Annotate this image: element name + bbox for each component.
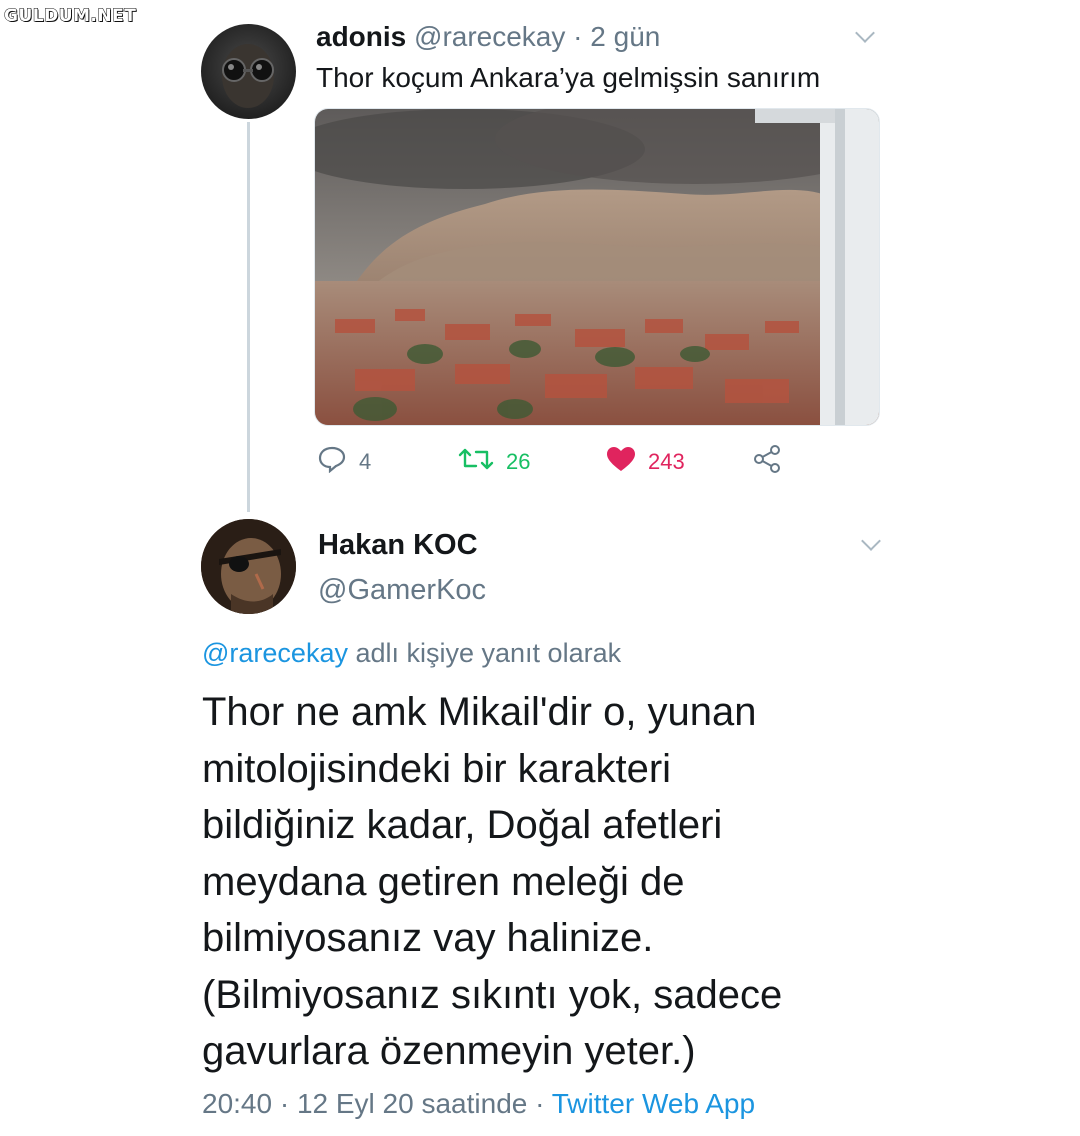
- retweet-icon: [458, 446, 494, 478]
- tweet2-text-line: (Bilmiyosanız sıkıntı yok, sadece: [202, 972, 783, 1017]
- thread-connector-line: [247, 122, 250, 512]
- reply-icon: [317, 445, 347, 479]
- tweet2-author-handle[interactable]: @GamerKoc: [318, 572, 486, 608]
- tweet1-text: Thor koçum Ankara’ya gelmişsin sanırım: [316, 62, 821, 93]
- reply-action[interactable]: 4: [317, 446, 371, 478]
- tweet2-text-line: bildiğiniz kadar, Doğal afetleri: [202, 803, 723, 847]
- reply-count: 4: [359, 449, 372, 474]
- tweet2-text-line: gavurlara özenmeyin yeter.): [202, 1029, 696, 1073]
- watermark-logo: GULDUM.NET: [3, 6, 137, 27]
- tweet2-text-line: meydana getiren meleği de: [202, 859, 685, 904]
- tweet1-time[interactable]: · 2 gün: [565, 21, 660, 52]
- replying-to-line: @rarecekay adlı kişiye yanıt olarak: [202, 636, 621, 670]
- like-action[interactable]: 243: [606, 446, 685, 478]
- like-count: 243: [648, 449, 685, 474]
- tweet2-text: Thor ne amk Mikail'dir o, yunan mitoloji…: [202, 684, 962, 1080]
- tweet1-media-photo[interactable]: [314, 108, 880, 426]
- tweet2-metadata: 20:40 · 12 Eyl 20 saatinde · Twitter Web…: [202, 1086, 755, 1122]
- share-action[interactable]: [752, 444, 794, 480]
- replying-to-suffix: adlı kişiye yanıt olarak: [347, 638, 622, 668]
- share-icon: [752, 444, 782, 480]
- tweet1-author-handle[interactable]: @rarecekay: [414, 21, 565, 52]
- retweet-action[interactable]: 26: [458, 446, 530, 478]
- tweet2-text-line: bilmiyosanız vay halinize.: [202, 916, 654, 960]
- tweet2-author-name[interactable]: Hakan KOC: [318, 527, 478, 563]
- avatar-adonis[interactable]: [201, 24, 296, 119]
- tweet1-menu-chevron-icon[interactable]: [855, 23, 875, 43]
- avatar-hakan-koc[interactable]: [201, 519, 296, 614]
- tweet2-timestamp[interactable]: 20:40 · 12 Eyl 20 saatinde ·: [202, 1088, 552, 1119]
- tweet2-menu-chevron-icon[interactable]: [861, 531, 881, 551]
- tweet2-source-link[interactable]: Twitter Web App: [552, 1088, 755, 1119]
- heart-icon: [606, 446, 636, 478]
- tweet1-author-name[interactable]: adonis: [316, 21, 406, 52]
- retweet-count: 26: [506, 449, 531, 474]
- tweet1-header: adonis @rarecekay · 2 gün: [316, 20, 660, 54]
- tweet2-text-line: Thor ne amk Mikail'dir o, yunan: [202, 690, 757, 734]
- tweet2-text-line: mitolojisindeki bir karakteri: [202, 746, 672, 791]
- replying-to-handle-link[interactable]: @rarecekay: [202, 638, 348, 668]
